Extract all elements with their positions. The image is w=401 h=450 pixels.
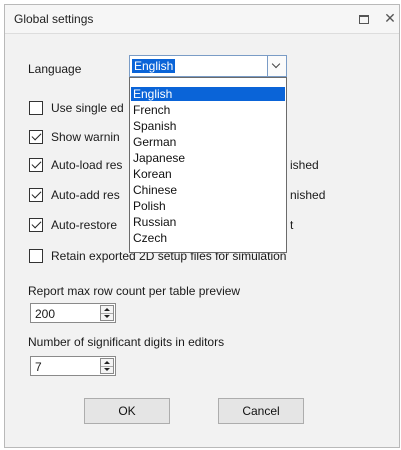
report-rows-label: Report max row count per table preview xyxy=(28,284,241,298)
spin-buttons xyxy=(100,305,114,321)
checkbox-auto-add[interactable] xyxy=(29,188,43,202)
checkbox-label-tail: ished xyxy=(290,158,319,172)
close-icon[interactable]: ✕ xyxy=(382,10,398,26)
language-option-german[interactable]: German xyxy=(131,135,285,149)
cancel-button[interactable]: Cancel xyxy=(218,398,304,424)
chevron-down-icon[interactable] xyxy=(267,56,286,76)
checkbox-label-tail: nished xyxy=(290,188,326,202)
language-option-japanese[interactable]: Japanese xyxy=(131,151,285,165)
language-option-french[interactable]: French xyxy=(131,103,285,117)
report-rows-value: 200 xyxy=(35,307,56,321)
checkbox-label-tail: t xyxy=(290,218,294,232)
language-select[interactable]: English xyxy=(129,55,287,77)
language-option-russian[interactable]: Russian xyxy=(131,215,285,229)
language-selected-value: English xyxy=(132,59,176,73)
sig-digits-stepper[interactable]: 7 xyxy=(30,356,116,376)
spin-down-icon[interactable] xyxy=(101,313,113,320)
language-option-korean[interactable]: Korean xyxy=(131,167,285,181)
spin-buttons xyxy=(100,358,114,374)
checkbox-show-warnings[interactable] xyxy=(29,130,43,144)
spin-down-icon[interactable] xyxy=(101,366,113,373)
title-bar: Global settings ✕ xyxy=(5,5,399,34)
checkbox-use-single-editor[interactable] xyxy=(29,101,43,115)
checkbox-label: Auto-add res xyxy=(51,188,120,202)
maximize-icon[interactable] xyxy=(355,10,371,26)
language-option-chinese[interactable]: Chinese xyxy=(131,183,285,197)
checkbox-retain-2d-setup[interactable] xyxy=(29,249,43,263)
checkbox-auto-restore[interactable] xyxy=(29,218,43,232)
checkbox-label: Auto-restore xyxy=(51,218,118,232)
language-option-english[interactable]: English xyxy=(131,87,285,101)
checkbox-label: Auto-load res xyxy=(51,158,123,172)
sig-digits-label: Number of significant digits in editors xyxy=(28,335,225,349)
ok-button[interactable]: OK xyxy=(84,398,170,424)
language-label: Language xyxy=(28,62,82,76)
checkbox-label: Show warnin xyxy=(51,130,120,144)
language-option-polish[interactable]: Polish xyxy=(131,199,285,213)
checkbox-auto-load[interactable] xyxy=(29,158,43,172)
language-option-spanish[interactable]: Spanish xyxy=(131,119,285,133)
language-dropdown-list: English French Spanish German Japanese K… xyxy=(129,77,287,253)
language-option-czech[interactable]: Czech xyxy=(131,231,285,245)
checkbox-label: Use single ed xyxy=(51,101,124,115)
report-rows-stepper[interactable]: 200 xyxy=(30,303,116,323)
dialog-title: Global settings xyxy=(14,12,94,26)
sig-digits-value: 7 xyxy=(35,360,42,374)
